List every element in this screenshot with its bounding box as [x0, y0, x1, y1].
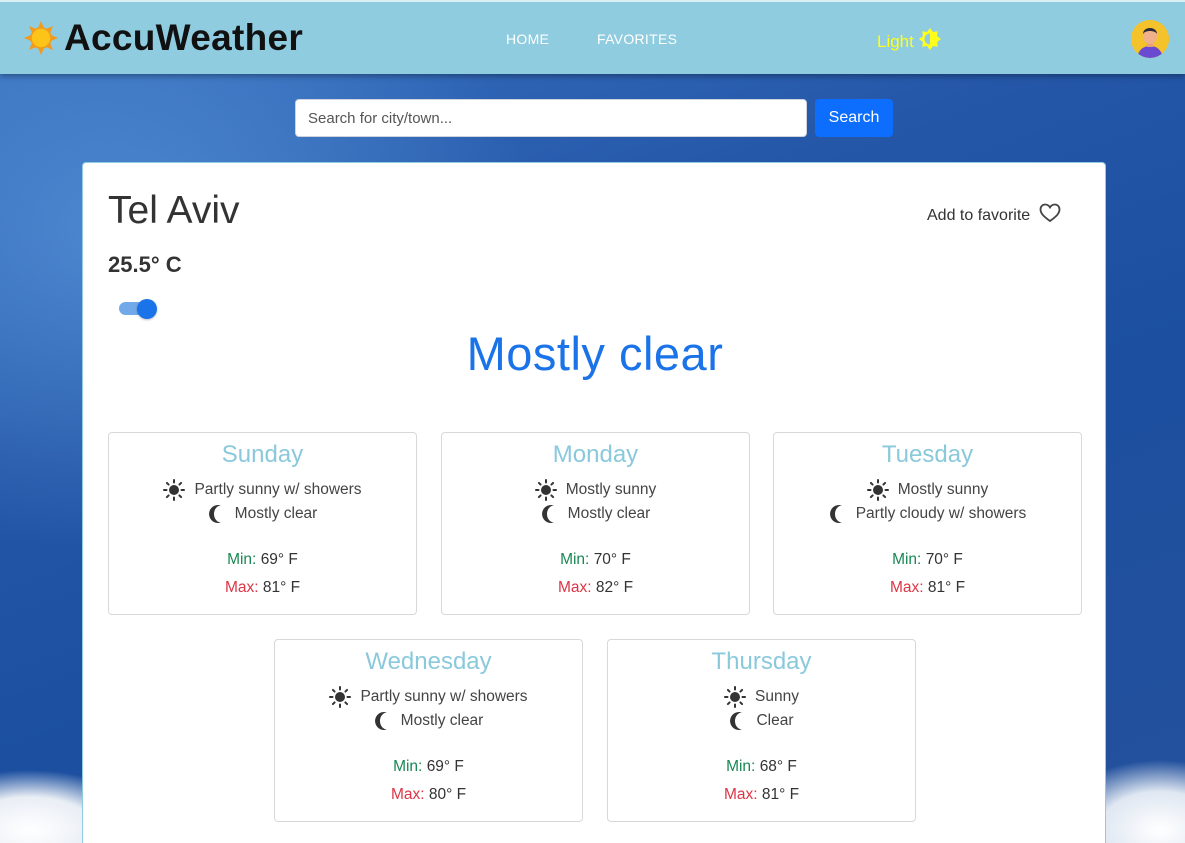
forecast-card: Sunday Partly sunny w/ showers Mostly cl… — [108, 432, 417, 615]
max-temperature: Max: 81° F — [774, 579, 1081, 597]
brightness-icon — [918, 28, 941, 55]
sun-icon — [534, 479, 557, 501]
max-label: Max: — [224, 579, 259, 596]
night-condition-text: Mostly clear — [234, 505, 318, 522]
day-condition-text: Mostly sunny — [565, 481, 657, 498]
day-condition-text: Sunny — [755, 688, 799, 705]
day-condition-text: Partly sunny w/ showers — [360, 688, 528, 705]
forecast-night-condition: Mostly clear — [109, 504, 416, 524]
min-label: Min: — [726, 758, 756, 775]
moon-icon — [208, 505, 221, 523]
forecast-day-name: Thursday — [711, 648, 812, 675]
brand-name: AccuWeather — [64, 17, 304, 58]
forecast-card: Thursday Sunny Clear Min: 68° F Max: 81°… — [607, 639, 916, 822]
add-to-favorite-label: Add to favorite — [927, 206, 1031, 224]
max-label: Max: — [723, 786, 758, 803]
night-condition-text: Partly cloudy w/ showers — [855, 505, 1027, 522]
forecast-card: Tuesday Mostly sunny Partly cloudy w/ sh… — [773, 432, 1082, 615]
heart-outline-icon — [1039, 203, 1061, 228]
forecast-day-name: Wednesday — [365, 648, 492, 675]
min-value: 69° F — [260, 551, 298, 568]
moon-icon — [541, 505, 554, 523]
search-button[interactable]: Search — [815, 99, 893, 137]
min-value: 70° F — [925, 551, 963, 568]
min-temperature: Min: 70° F — [442, 551, 749, 569]
max-value: 81° F — [927, 579, 966, 596]
min-label: Min: — [892, 551, 922, 568]
min-label: Min: — [227, 551, 257, 568]
forecast-day-name: Sunday — [221, 441, 304, 468]
search-input[interactable] — [295, 99, 807, 137]
max-label: Max: — [889, 579, 924, 596]
forecast-night-condition: Mostly clear — [275, 711, 582, 731]
min-label: Min: — [560, 551, 590, 568]
min-label: Min: — [393, 758, 423, 775]
min-temperature: Min: 69° F — [275, 758, 582, 776]
unit-toggle-knob — [137, 299, 157, 319]
theme-toggle[interactable]: Light — [877, 28, 941, 55]
forecast-day-condition: Partly sunny w/ showers — [109, 479, 416, 501]
min-value: 68° F — [759, 758, 797, 775]
forecast-night-condition: Clear — [608, 711, 915, 731]
forecast-day-condition: Mostly sunny — [774, 479, 1081, 501]
max-temperature: Max: 81° F — [608, 786, 915, 804]
night-condition-text: Clear — [756, 712, 794, 729]
max-value: 82° F — [595, 579, 634, 596]
forecast-card: Wednesday Partly sunny w/ showers Mostly… — [274, 639, 583, 822]
max-label: Max: — [390, 786, 425, 803]
forecast-night-condition: Mostly clear — [442, 504, 749, 524]
day-condition-text: Mostly sunny — [897, 481, 989, 498]
forecast-day-condition: Mostly sunny — [442, 479, 749, 501]
sun-icon — [329, 686, 352, 708]
max-temperature: Max: 80° F — [275, 786, 582, 804]
max-value: 81° F — [761, 786, 800, 803]
max-temperature: Max: 82° F — [442, 579, 749, 597]
forecast-day-name: Tuesday — [881, 441, 974, 468]
night-condition-text: Mostly clear — [400, 712, 484, 729]
min-temperature: Min: 68° F — [608, 758, 915, 776]
sun-icon — [163, 479, 186, 501]
sun-icon — [866, 479, 889, 501]
forecast-day-condition: Sunny — [608, 686, 915, 708]
forecast-card: Monday Mostly sunny Mostly clear Min: 70… — [441, 432, 750, 615]
moon-icon — [730, 712, 743, 730]
forecast-day-name: Monday — [552, 441, 639, 468]
add-to-favorite-button[interactable]: Add to favorite — [927, 203, 1061, 228]
min-value: 70° F — [593, 551, 631, 568]
forecast-night-condition: Partly cloudy w/ showers — [774, 504, 1081, 524]
max-temperature: Max: 81° F — [109, 579, 416, 597]
max-label: Max: — [557, 579, 592, 596]
day-condition-text: Partly sunny w/ showers — [194, 481, 362, 498]
current-condition: Mostly clear — [466, 327, 724, 380]
theme-label: Light — [877, 31, 914, 51]
min-value: 69° F — [426, 758, 464, 775]
unit-toggle-switch[interactable] — [119, 299, 157, 319]
weather-card: Tel Aviv 25.5° C Add to favorite Mostly … — [82, 162, 1106, 843]
user-avatar[interactable] — [1131, 20, 1169, 58]
moon-icon — [374, 712, 387, 730]
navbar: AccuWeather HOME FAVORITES Light — [0, 0, 1185, 74]
night-condition-text: Mostly clear — [567, 505, 651, 522]
min-temperature: Min: 70° F — [774, 551, 1081, 569]
moon-icon — [829, 505, 842, 523]
nav-home-link[interactable]: HOME — [506, 31, 549, 47]
forecast-day-condition: Partly sunny w/ showers — [275, 686, 582, 708]
nav-favorites-link[interactable]: FAVORITES — [597, 31, 677, 47]
current-temperature: 25.5° C — [108, 252, 182, 277]
min-temperature: Min: 69° F — [109, 551, 416, 569]
max-value: 80° F — [428, 786, 467, 803]
sun-icon — [24, 21, 58, 55]
brand[interactable]: AccuWeather — [24, 17, 303, 59]
sun-icon — [724, 686, 747, 708]
max-value: 81° F — [262, 579, 301, 596]
city-name: Tel Aviv — [108, 189, 240, 232]
